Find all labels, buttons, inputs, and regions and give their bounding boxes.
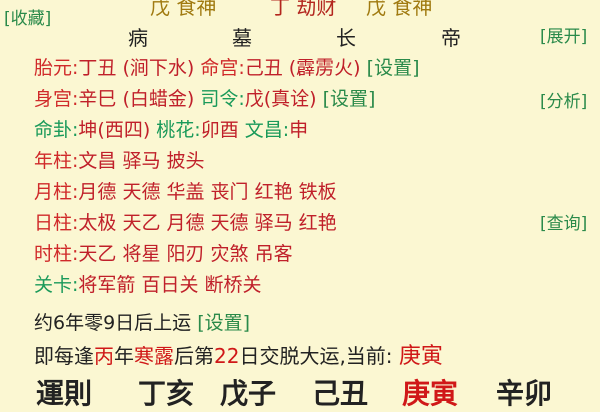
- shengong-value: 辛巳 (白蜡金): [78, 88, 195, 110]
- rizhu-value: 太极 天乙 月德 天德 驿马 红艳: [78, 212, 337, 234]
- row-shizhu: 时柱:天乙 将星 阳刃 灾煞 吊客: [34, 240, 293, 268]
- settings-link-3[interactable]: [设置]: [197, 312, 250, 334]
- dayun-item-1: 運則: [36, 377, 93, 410]
- yuezhu-label: 月柱:: [34, 181, 79, 203]
- analyze-link[interactable]: [分析]: [540, 87, 587, 112]
- top-item-2: 丁 劫财: [270, 0, 337, 19]
- stage-3: 长: [336, 26, 356, 50]
- jiaotuo-suffix: 日交脱大运,当前:: [239, 344, 393, 368]
- row-guanka: 关卡:将军箭 百日关 断桥关: [34, 271, 262, 299]
- nianzhu-label: 年柱:: [34, 150, 79, 172]
- row-jiaotuo: 即每逢丙年寒露后第22日交脱大运,当前: 庚寅: [34, 342, 443, 370]
- shengong-label: 身宫:: [34, 88, 79, 110]
- taohua-value: 卯酉: [200, 119, 239, 141]
- wenchang-value: 申: [289, 119, 309, 141]
- dayun-item-5: 庚寅: [402, 377, 459, 410]
- minggong-value: 己丑 (霹雳火): [244, 57, 361, 79]
- jiaotuo-prefix: 即每逢: [34, 344, 94, 368]
- top-item-3: 戊 食神: [366, 0, 433, 19]
- dayun-item-4: 己丑: [312, 377, 369, 410]
- siling-value: 戊(真诠): [244, 88, 317, 110]
- top-item-1: 戊 食神: [150, 0, 217, 19]
- minggua-label: 命卦:: [34, 119, 79, 141]
- dayun-item-6: 辛卯: [496, 377, 553, 410]
- taiyuan-label: 胎元:: [34, 57, 79, 79]
- guanka-value: 将军箭 百日关 断桥关: [78, 274, 262, 296]
- row-rizhu: 日柱:太极 天乙 月德 天德 驿马 红艳: [34, 209, 337, 237]
- jiaotuo-bing: 丙: [94, 344, 114, 368]
- nianzhu-value: 文昌 驿马 披头: [78, 150, 205, 172]
- guanka-label: 关卡:: [34, 274, 79, 296]
- start-yun-text: 约6年零9日后上运: [34, 312, 192, 334]
- stage-4: 帝: [441, 26, 461, 50]
- row-taiyuan: 胎元:丁丑 (涧下水) 命宫:己丑 (霹雳火) [设置]: [34, 54, 419, 82]
- expand-link[interactable]: [展开]: [540, 22, 587, 47]
- row-nianzhu: 年柱:文昌 驿马 披头: [34, 147, 205, 175]
- dayun-item-2: 丁亥: [138, 377, 195, 410]
- minggua-value: 坤(西四): [78, 119, 151, 141]
- wenchang-label: 文昌:: [244, 119, 290, 141]
- shizhu-value: 天乙 将星 阳刃 灾煞 吊客: [78, 243, 293, 265]
- row-start-yun: 约6年零9日后上运 [设置]: [34, 309, 250, 337]
- jiaotuo-hanlu: 寒露: [134, 344, 174, 368]
- row-minggua: 命卦:坤(西四) 桃花:卯酉 文昌:申: [34, 116, 308, 144]
- dayun-item-3: 戊子: [220, 377, 277, 410]
- taiyuan-value: 丁丑 (涧下水): [78, 57, 195, 79]
- row-shengong: 身宫:辛巳 (白蜡金) 司令:戊(真诠) [设置]: [34, 85, 375, 113]
- stage-2: 墓: [232, 26, 252, 50]
- rizhu-label: 日柱:: [34, 212, 79, 234]
- jiaotuo-nian: 年: [114, 344, 134, 368]
- query-link[interactable]: [查询]: [540, 209, 587, 234]
- minggong-label: 命宫:: [200, 57, 245, 79]
- shizhu-label: 时柱:: [34, 243, 79, 265]
- taohua-label: 桃花:: [156, 119, 201, 141]
- jiaotuo-hou: 后第: [174, 344, 214, 368]
- current-dayun: 庚寅: [398, 344, 443, 369]
- row-yuezhu: 月柱:月德 天德 华盖 丧门 红艳 铁板: [34, 178, 337, 206]
- settings-link-1[interactable]: [设置]: [367, 57, 420, 79]
- siling-label: 司令:: [200, 88, 245, 110]
- jiaotuo-num: 22: [214, 344, 240, 368]
- settings-link-2[interactable]: [设置]: [323, 88, 376, 110]
- yuezhu-value: 月德 天德 华盖 丧门 红艳 铁板: [78, 181, 337, 203]
- collect-link[interactable]: [收藏]: [4, 4, 51, 29]
- stage-1: 病: [128, 26, 148, 50]
